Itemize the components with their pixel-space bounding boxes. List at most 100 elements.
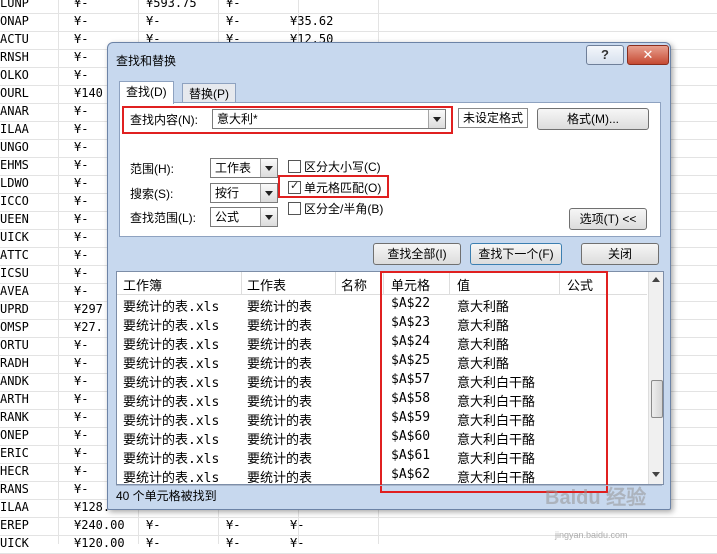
cell-b[interactable]: ¥- — [74, 248, 88, 262]
result-sheet: 要统计的表 — [247, 356, 313, 371]
cell-code[interactable]: HECR — [0, 464, 29, 478]
cell-code[interactable]: ICCO — [0, 194, 29, 208]
scroll-down-icon[interactable] — [652, 472, 660, 477]
cell-code[interactable]: ATTC — [0, 248, 29, 262]
find-all-button[interactable]: 查找全部(I) — [373, 243, 461, 265]
cell-b[interactable]: ¥- — [74, 374, 88, 388]
help-button[interactable]: ? — [586, 45, 624, 65]
cell-c[interactable]: ¥593.75 — [146, 0, 197, 10]
cell-b[interactable]: ¥- — [74, 14, 88, 28]
chevron-down-icon[interactable] — [260, 208, 277, 226]
match-width-checkbox[interactable] — [288, 202, 301, 215]
cell-code[interactable]: UICK — [0, 230, 29, 244]
cell-code[interactable]: ANAR — [0, 104, 29, 118]
cell-code[interactable]: EHMS — [0, 158, 29, 172]
cell-code[interactable]: LUNP — [0, 0, 29, 10]
cell-b[interactable]: ¥- — [74, 122, 88, 136]
cell-b[interactable]: ¥- — [74, 482, 88, 496]
cell-b[interactable]: ¥- — [74, 212, 88, 226]
cell-code[interactable]: ILAA — [0, 500, 29, 514]
chevron-down-icon[interactable] — [260, 159, 277, 177]
cell-b[interactable]: ¥- — [74, 176, 88, 190]
cell-b[interactable]: ¥- — [74, 446, 88, 460]
column-header-name[interactable]: 名称 — [341, 275, 367, 294]
cell-b[interactable]: ¥- — [74, 158, 88, 172]
column-header-workbook[interactable]: 工作簿 — [123, 275, 162, 294]
cell-b[interactable]: ¥297 — [74, 302, 103, 316]
close-icon[interactable]: ✕ — [627, 45, 669, 65]
cell-code[interactable]: RANS — [0, 482, 29, 496]
tab-find[interactable]: 查找(D) — [119, 81, 174, 104]
cell-b[interactable]: ¥- — [74, 284, 88, 298]
scroll-thumb[interactable] — [651, 380, 663, 418]
cell-b[interactable]: ¥- — [74, 140, 88, 154]
cell-code[interactable]: ACTU — [0, 32, 29, 46]
cell-code[interactable]: OLKO — [0, 68, 29, 82]
cell-code[interactable]: AVEA — [0, 284, 29, 298]
cell-b[interactable]: ¥- — [74, 392, 88, 406]
cell-d[interactable]: ¥- — [226, 518, 240, 532]
cell-code[interactable]: RADH — [0, 356, 29, 370]
cell-code[interactable]: ERIC — [0, 446, 29, 460]
cell-code[interactable]: UPRD — [0, 302, 29, 316]
cell-code[interactable]: UEEN — [0, 212, 29, 226]
format-button[interactable]: 格式(M)... — [537, 108, 649, 130]
cell-code[interactable]: ANDK — [0, 374, 29, 388]
cell-b[interactable]: ¥240.00 — [74, 518, 125, 532]
cell-b[interactable]: ¥- — [74, 68, 88, 82]
cell-code[interactable]: RANK — [0, 410, 29, 424]
cell-code[interactable]: RNSH — [0, 50, 29, 64]
cell-code[interactable]: ONEP — [0, 428, 29, 442]
chevron-down-icon[interactable] — [260, 184, 277, 202]
cell-d[interactable]: ¥- — [226, 0, 240, 10]
cell-code[interactable]: OURL — [0, 86, 29, 100]
cell-b[interactable]: ¥- — [74, 338, 88, 352]
lookin-select[interactable]: 公式 — [210, 207, 278, 227]
cell-code[interactable]: ORTU — [0, 338, 29, 352]
results-scrollbar[interactable] — [648, 272, 663, 484]
cell-code[interactable]: ONAP — [0, 14, 29, 28]
cell-code[interactable]: EREP — [0, 518, 29, 532]
find-next-button[interactable]: 查找下一个(F) — [470, 243, 562, 265]
cell-b[interactable]: ¥- — [74, 0, 88, 10]
cell-d[interactable]: ¥- — [226, 536, 240, 550]
cell-b[interactable]: ¥- — [74, 104, 88, 118]
cell-e[interactable]: ¥- — [290, 536, 304, 550]
cell-b[interactable]: ¥- — [74, 356, 88, 370]
cell-code[interactable]: LDWO — [0, 176, 29, 190]
cell-b[interactable]: ¥- — [74, 194, 88, 208]
cell-b[interactable]: ¥- — [74, 50, 88, 64]
lookin-label: 查找范围(L): — [130, 211, 197, 225]
cell-code[interactable]: ARTH — [0, 392, 29, 406]
cell-b[interactable]: ¥27. — [74, 320, 103, 334]
cell-code[interactable]: UNGO — [0, 140, 29, 154]
cell-e[interactable]: ¥- — [290, 518, 304, 532]
cell-c[interactable]: ¥- — [146, 536, 160, 550]
cell-code[interactable]: ILAA — [0, 122, 29, 136]
search-order-select[interactable]: 按行 — [210, 183, 278, 203]
tab-replace[interactable]: 替换(P) — [182, 83, 236, 104]
cell-e[interactable]: ¥35.62 — [290, 14, 333, 28]
cell-b[interactable]: ¥- — [74, 32, 88, 46]
cell-c[interactable]: ¥- — [146, 14, 160, 28]
scroll-up-icon[interactable] — [652, 277, 660, 282]
match-case-checkbox[interactable] — [288, 160, 301, 173]
cell-b[interactable]: ¥140 — [74, 86, 103, 100]
cell-code[interactable]: UICK — [0, 536, 29, 550]
scope-select[interactable]: 工作表 — [210, 158, 278, 178]
column-header-sheet[interactable]: 工作表 — [247, 275, 286, 294]
highlight-cell-value-columns — [380, 271, 608, 493]
cell-b[interactable]: ¥128. — [74, 500, 110, 514]
close-button[interactable]: 关闭 — [581, 243, 659, 265]
cell-code[interactable]: ICSU — [0, 266, 29, 280]
options-button[interactable]: 选项(T) << — [569, 208, 647, 230]
cell-code[interactable]: OMSP — [0, 320, 29, 334]
cell-b[interactable]: ¥120.00 — [74, 536, 125, 550]
cell-d[interactable]: ¥- — [226, 14, 240, 28]
cell-b[interactable]: ¥- — [74, 230, 88, 244]
cell-b[interactable]: ¥- — [74, 266, 88, 280]
cell-b[interactable]: ¥- — [74, 464, 88, 478]
cell-c[interactable]: ¥- — [146, 518, 160, 532]
cell-b[interactable]: ¥- — [74, 410, 88, 424]
cell-b[interactable]: ¥- — [74, 428, 88, 442]
